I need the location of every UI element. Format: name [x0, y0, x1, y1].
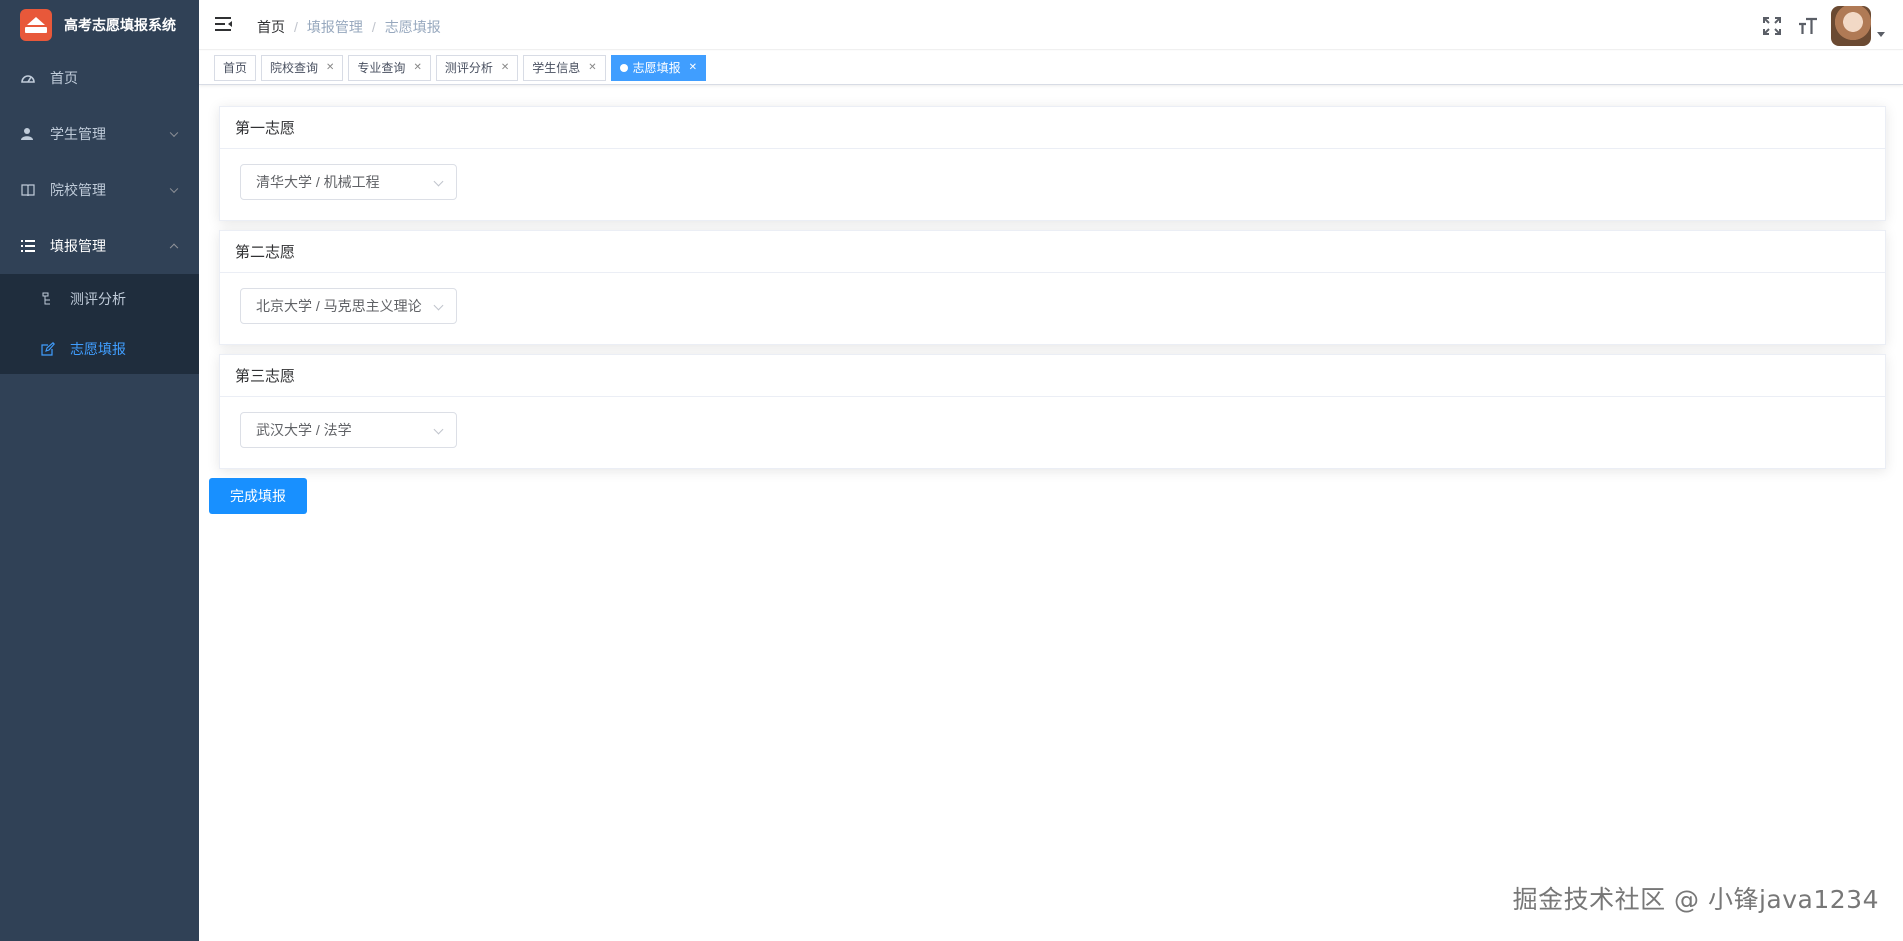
- close-icon[interactable]: ✕: [689, 62, 697, 73]
- tag-student-info[interactable]: 学生信息 ✕: [523, 54, 606, 81]
- tag-school-query[interactable]: 院校查询 ✕: [261, 54, 344, 81]
- active-dot-icon: [619, 63, 628, 72]
- sidebar-item-label: 院校管理: [50, 182, 106, 198]
- tags-view: 首页 院校查询 ✕ 专业查询 ✕ 测评分析 ✕ 学生信息 ✕ 志愿填报 ✕: [199, 51, 1903, 85]
- breadcrumb-separator: /: [371, 19, 376, 35]
- select-value: 清华大学 / 机械工程: [256, 174, 380, 190]
- choice-select-2[interactable]: 北京大学 / 马克思主义理论: [240, 288, 457, 324]
- choice-card-2: 第二志愿 北京大学 / 马克思主义理论: [219, 230, 1886, 345]
- dashboard-icon: [20, 71, 36, 85]
- tag-label: 专业查询: [357, 61, 406, 75]
- sidebar-item-label: 测评分析: [70, 291, 126, 307]
- hamburger-icon[interactable]: [215, 17, 232, 31]
- tag-major-query[interactable]: 专业查询 ✕: [348, 54, 431, 81]
- book-icon: [20, 183, 36, 197]
- sidebar-item-label: 志愿填报: [70, 341, 126, 357]
- sidebar-item-label: 填报管理: [50, 238, 106, 254]
- tag-label: 院校查询: [270, 61, 319, 75]
- tag-label: 志愿填报: [632, 61, 681, 75]
- list-icon: [20, 239, 36, 253]
- chevron-down-icon: [169, 128, 179, 138]
- choice-select-3[interactable]: 武汉大学 / 法学: [240, 412, 457, 448]
- tag-home[interactable]: 首页: [214, 54, 257, 81]
- fullscreen-icon[interactable]: [1761, 15, 1783, 37]
- sidebar-item-home[interactable]: 首页: [0, 50, 199, 106]
- sidebar: 高考志愿填报系统 首页 学生管理 院校管理 填报管理 测评分析 志愿填报: [0, 0, 199, 941]
- caret-down-icon[interactable]: [1877, 31, 1885, 37]
- breadcrumb-item-current: 志愿填报: [384, 19, 441, 35]
- sidebar-item-label: 学生管理: [50, 126, 106, 142]
- graduation-cap-icon: [20, 9, 52, 41]
- font-size-icon[interactable]: [1797, 15, 1819, 37]
- sidebar-item-evaluation[interactable]: 测评分析: [0, 274, 199, 324]
- card-title: 第一志愿: [220, 107, 1885, 149]
- chevron-down-icon: [169, 184, 179, 194]
- chevron-down-icon: [433, 424, 444, 435]
- close-icon[interactable]: ✕: [588, 62, 596, 73]
- chevron-up-icon: [169, 243, 179, 253]
- close-icon[interactable]: ✕: [501, 62, 509, 73]
- tag-label: 测评分析: [444, 61, 493, 75]
- navbar: 首页 / 填报管理 / 志愿填报: [199, 0, 1903, 50]
- select-value: 武汉大学 / 法学: [256, 422, 352, 438]
- sidebar-item-students[interactable]: 学生管理: [0, 106, 199, 162]
- tag-fill-choices[interactable]: 志愿填报 ✕: [610, 54, 707, 81]
- card-title: 第三志愿: [220, 355, 1885, 397]
- user-icon: [20, 127, 36, 141]
- submit-button[interactable]: 完成填报: [209, 478, 307, 514]
- choice-card-1: 第一志愿 清华大学 / 机械工程: [219, 106, 1886, 221]
- avatar[interactable]: [1831, 6, 1871, 46]
- app-title: 高考志愿填报系统: [64, 17, 176, 33]
- tag-evaluation[interactable]: 测评分析 ✕: [435, 54, 519, 81]
- chevron-down-icon: [433, 300, 444, 311]
- select-value: 北京大学 / 马克思主义理论: [256, 298, 422, 314]
- close-icon[interactable]: ✕: [413, 62, 421, 73]
- card-title: 第二志愿: [220, 231, 1885, 273]
- breadcrumb-item-application: 填报管理: [306, 19, 363, 35]
- breadcrumb-separator: /: [294, 19, 298, 35]
- chevron-down-icon: [433, 176, 444, 187]
- sidebar-item-schools[interactable]: 院校管理: [0, 162, 199, 218]
- tag-label: 学生信息: [532, 61, 581, 75]
- choice-select-1[interactable]: 清华大学 / 机械工程: [240, 164, 457, 200]
- sidebar-item-fill-choices[interactable]: 志愿填报: [0, 324, 199, 374]
- right-menu: [1747, 6, 1885, 46]
- tag-label: 首页: [223, 61, 248, 75]
- watermark: 掘金技术社区 @ 小锋java1234: [1512, 885, 1879, 914]
- choice-card-3: 第三志愿 武汉大学 / 法学: [219, 354, 1886, 469]
- breadcrumb: 首页 / 填报管理 / 志愿填报: [257, 17, 441, 37]
- submenu-application: 测评分析 志愿填报: [0, 274, 199, 374]
- logo[interactable]: 高考志愿填报系统: [0, 0, 199, 50]
- sidebar-item-label: 首页: [50, 70, 78, 86]
- edit-icon: [40, 342, 56, 356]
- main-content: 第一志愿 清华大学 / 机械工程 第二志愿 北京大学 / 马克思主义理论 第三志…: [199, 86, 1903, 941]
- tree-icon: [40, 292, 56, 306]
- breadcrumb-item-home[interactable]: 首页: [257, 17, 285, 37]
- sidebar-item-application[interactable]: 填报管理: [0, 218, 199, 274]
- close-icon[interactable]: ✕: [326, 62, 334, 73]
